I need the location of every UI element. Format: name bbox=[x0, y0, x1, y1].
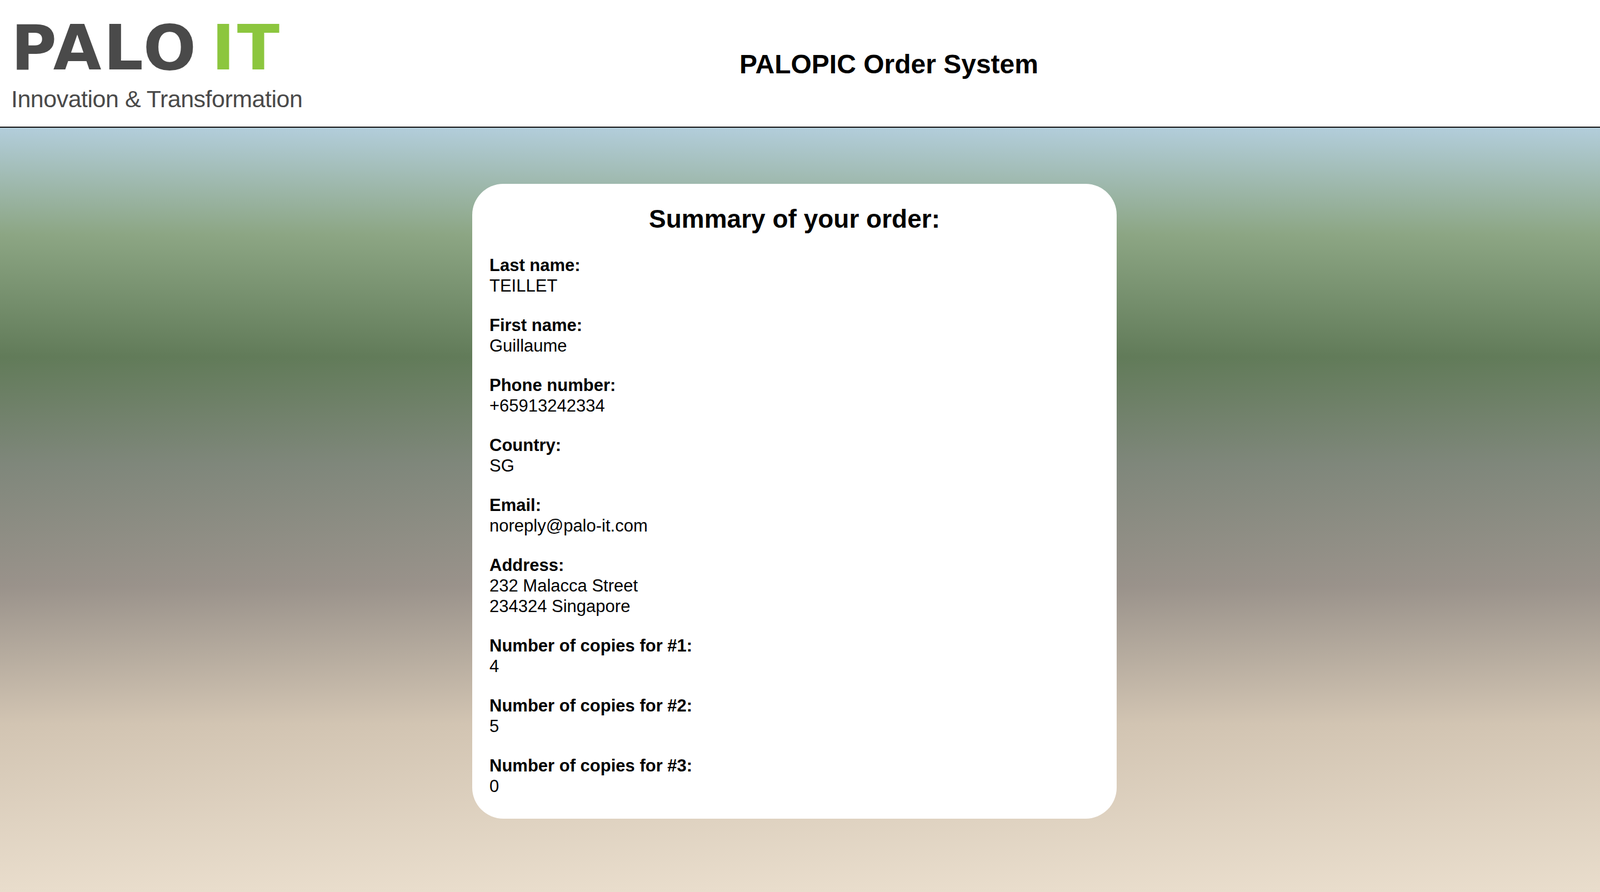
summary-field: Address:232 Malacca Street234324 Singapo… bbox=[489, 555, 1100, 617]
background-photo: Summary of your order: Last name:TEILLET F… bbox=[0, 127, 1600, 892]
order-summary-card: Summary of your order: Last name:TEILLET F… bbox=[472, 183, 1117, 819]
summary-field: Number of copies for #2:5 bbox=[489, 695, 1100, 737]
field-value: 232 Malacca Street bbox=[489, 575, 1100, 597]
palo-it-logo[interactable]: PALOITInnovation & Transformation bbox=[11, 14, 367, 113]
page-title: PALOPIC Order System bbox=[739, 47, 1039, 80]
field-label: Email: bbox=[489, 495, 1100, 516]
summary-field: Number of copies for #3:0 bbox=[489, 755, 1100, 797]
summary-field: Last name:TEILLET bbox=[489, 255, 1100, 297]
summary-fields: Last name:TEILLET First name:Guillaume Pho… bbox=[489, 255, 1100, 797]
field-label: Last name: bbox=[489, 255, 1100, 276]
field-value: 0 bbox=[489, 776, 1100, 797]
logo-wordmark: PALOIT bbox=[11, 16, 367, 79]
field-value: 5 bbox=[489, 716, 1100, 737]
summary-field: Phone number:+65913242334 bbox=[489, 375, 1100, 417]
field-value: Guillaume bbox=[489, 335, 1100, 357]
field-value: TEILLET bbox=[489, 275, 1100, 297]
field-label: Phone number: bbox=[489, 375, 1100, 396]
summary-title: Summary of your order: bbox=[489, 203, 1100, 234]
field-value: 234324 Singapore bbox=[489, 596, 1100, 617]
summary-field: Email:noreply@palo-it.com bbox=[489, 495, 1100, 537]
logo-tagline: Innovation & Transformation bbox=[11, 85, 367, 113]
field-label: Number of copies for #1: bbox=[489, 635, 1100, 657]
field-label: Country: bbox=[489, 435, 1100, 456]
field-value: SG bbox=[489, 455, 1100, 477]
title-area: PALOPIC Order System bbox=[366, 47, 1600, 80]
field-value: 4 bbox=[489, 656, 1100, 677]
logo-accent: IT bbox=[211, 11, 282, 84]
field-label: Number of copies for #3: bbox=[489, 755, 1100, 777]
page-header: PALOITInnovation & TransformationPALOPIC… bbox=[0, 0, 1600, 128]
field-value: noreply@palo-it.com bbox=[489, 515, 1100, 537]
field-label: Address: bbox=[489, 555, 1100, 576]
logo-brand: PALO bbox=[11, 11, 199, 84]
field-value: +65913242334 bbox=[489, 395, 1100, 417]
summary-field: Number of copies for #1:4 bbox=[489, 635, 1100, 677]
summary-field: Country:SG bbox=[489, 435, 1100, 477]
field-label: Number of copies for #2: bbox=[489, 695, 1100, 717]
field-label: First name: bbox=[489, 315, 1100, 336]
summary-field: First name:Guillaume bbox=[489, 315, 1100, 357]
